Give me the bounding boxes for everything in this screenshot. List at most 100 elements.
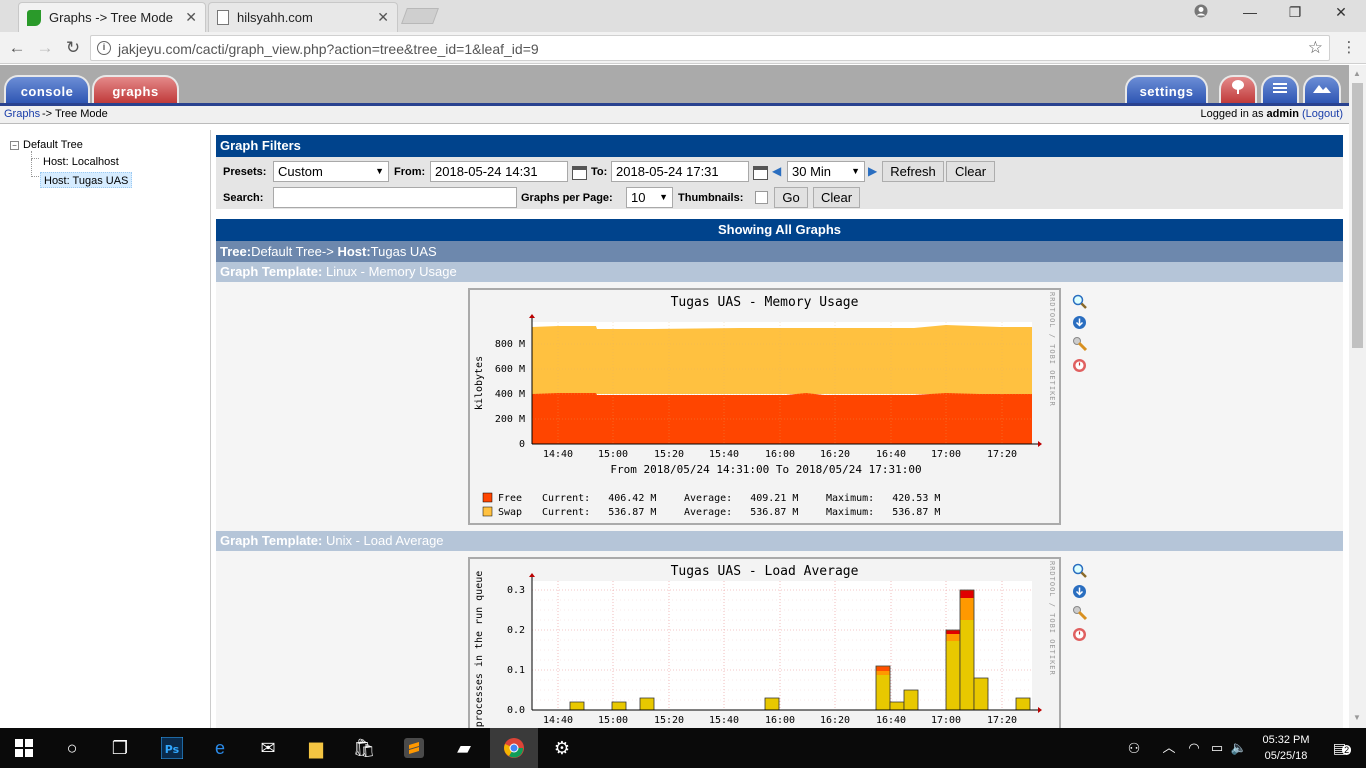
login-user: admin [1266,108,1299,120]
refresh-button[interactable]: Refresh [882,161,944,182]
filter-panel: Presets: Custom From: 2018-05-24 14:31 T… [216,157,1343,209]
breadcrumb-current: -> Tree Mode [42,106,108,123]
close-icon[interactable]: ✕ [377,9,389,26]
legend-name: Swap [498,507,522,518]
profile-icon[interactable] [1189,4,1213,24]
y-tick: 0.3 [507,585,525,596]
list-view-tab[interactable] [1261,75,1299,103]
reload-icon[interactable]: ↻ [62,37,84,59]
window-close-icon[interactable]: ✕ [1329,4,1353,24]
x-tick: 14:40 [543,449,573,460]
scroll-up-icon[interactable]: ▲ [1353,69,1361,78]
tree-node-tugas-uas[interactable]: Host: Tugas UAS [40,172,133,188]
url-field[interactable]: i jakjeyu.com/cacti/graph_view.php?actio… [90,35,1330,61]
mail-icon[interactable]: ✉ [244,728,292,768]
timespan-icon[interactable] [1072,358,1086,372]
template-bar-memory: Graph Template: Linux - Memory Usage [216,262,1343,282]
page-viewport: console graphs settings Graphs -> Tree M… [0,65,1349,728]
template-label: Graph Template: [220,533,323,548]
presets-select[interactable]: Custom [273,161,389,182]
shift-left-icon[interactable]: ◀ [772,164,781,178]
tab-console[interactable]: console [4,75,90,103]
system-clock[interactable]: 05:32 PM 05/25/18 [1256,732,1316,764]
csv-export-icon[interactable] [1072,584,1086,598]
photoshop-icon[interactable]: Ps [148,728,196,768]
info-icon[interactable]: i [97,41,111,55]
clear-button[interactable]: Clear [946,161,995,182]
collapse-icon[interactable]: − [10,140,19,150]
close-icon[interactable]: ✕ [185,9,197,26]
x-tick: 17:20 [987,449,1017,460]
legend-name: Free [498,493,522,504]
x-tick: 17:00 [931,449,961,460]
logout-link[interactable]: (Logout) [1302,108,1343,120]
chrome-icon[interactable] [490,728,538,768]
y-tick: 0 [519,439,525,450]
breadcrumb-graphs-link[interactable]: Graphs [4,106,40,123]
timespan-icon[interactable] [1072,627,1086,641]
notifications-icon[interactable]: ▤2 [1318,728,1366,768]
properties-wrench-icon[interactable] [1072,605,1088,621]
tree-root[interactable]: − Default Tree [10,139,83,151]
x-tick: 16:00 [765,715,795,726]
edge-icon[interactable]: e [196,728,244,768]
go-button[interactable]: Go [774,187,808,208]
search-input[interactable] [273,187,517,208]
browser-tab-active[interactable]: Graphs -> Tree Mode ✕ [18,2,206,32]
new-tab-button[interactable] [401,8,439,24]
scroll-thumb[interactable] [1352,83,1363,348]
calendar-icon[interactable] [753,166,768,180]
y-tick: 600 M [495,364,525,375]
file-explorer-icon[interactable]: ▆ [292,728,340,768]
template-label: Graph Template: [220,264,323,279]
graphs-per-page-select[interactable]: 10 [626,187,673,208]
legend-current: Current: 536.87 M [542,507,656,518]
store-icon[interactable]: 🛍 [340,728,388,768]
svg-text:Ps: Ps [165,743,180,756]
preview-view-tab[interactable] [1303,75,1341,103]
restore-icon[interactable]: ❐ [1283,4,1307,24]
zoom-icon[interactable] [1072,563,1087,578]
menu-icon[interactable]: ⋮ [1338,38,1360,56]
settings-gear-icon[interactable]: ⚙ [538,728,586,768]
from-date-input[interactable]: 2018-05-24 14:31 [430,161,568,182]
legend-swatch-swap [482,506,493,517]
x-tick: 16:40 [876,449,906,460]
forward-icon[interactable]: → [34,37,56,59]
timespan-select[interactable]: 30 Min [787,161,865,182]
search-icon[interactable]: ○ [48,728,96,768]
tree-host-bar: Tree:Default Tree-> Host:Tugas UAS [216,241,1343,262]
minimize-icon[interactable]: — [1238,4,1262,24]
bookmark-star-icon[interactable]: ☆ [1308,38,1323,58]
tree-node-localhost[interactable]: Host: Localhost [40,154,122,170]
to-date-input[interactable]: 2018-05-24 17:31 [611,161,749,182]
tree-view-tab[interactable] [1219,75,1257,103]
tree-value: Default Tree-> [251,244,334,259]
csv-export-icon[interactable] [1072,315,1086,329]
x-tick: 15:20 [654,715,684,726]
page-scrollbar[interactable]: ▲ ▼ [1349,65,1366,728]
properties-wrench-icon[interactable] [1072,336,1088,352]
divider [0,123,1349,124]
tab-settings[interactable]: settings [1125,75,1208,103]
task-view-icon[interactable]: ❐ [96,728,144,768]
back-icon[interactable]: ← [6,37,28,59]
breadcrumb: Graphs -> Tree Mode Logged in as admin (… [0,106,1349,123]
tree-connector [31,159,39,177]
shift-right-icon[interactable]: ▶ [868,164,877,178]
windows-start-icon[interactable] [0,728,48,768]
browser-tab[interactable]: hilsyahh.com ✕ [208,2,398,32]
address-bar: ← → ↻ i jakjeyu.com/cacti/graph_view.php… [0,32,1366,64]
zoom-icon[interactable] [1072,294,1087,309]
clear-search-button[interactable]: Clear [813,187,860,208]
thumbnails-checkbox[interactable] [755,191,768,204]
sticky-notes-icon[interactable]: ▰ [440,728,488,768]
x-tick: 17:00 [931,715,961,726]
tab-graphs[interactable]: graphs [92,75,179,103]
thumbnails-label: Thumbnails: [678,192,744,204]
memory-usage-graph[interactable]: Tugas UAS - Memory Usage RRDTOOL / TOBI … [468,288,1061,525]
sublime-text-icon[interactable] [390,728,438,768]
load-average-graph[interactable]: Tugas UAS - Load Average RRDTOOL / TOBI … [468,557,1061,728]
calendar-icon[interactable] [572,166,587,180]
scroll-down-icon[interactable]: ▼ [1353,713,1361,722]
